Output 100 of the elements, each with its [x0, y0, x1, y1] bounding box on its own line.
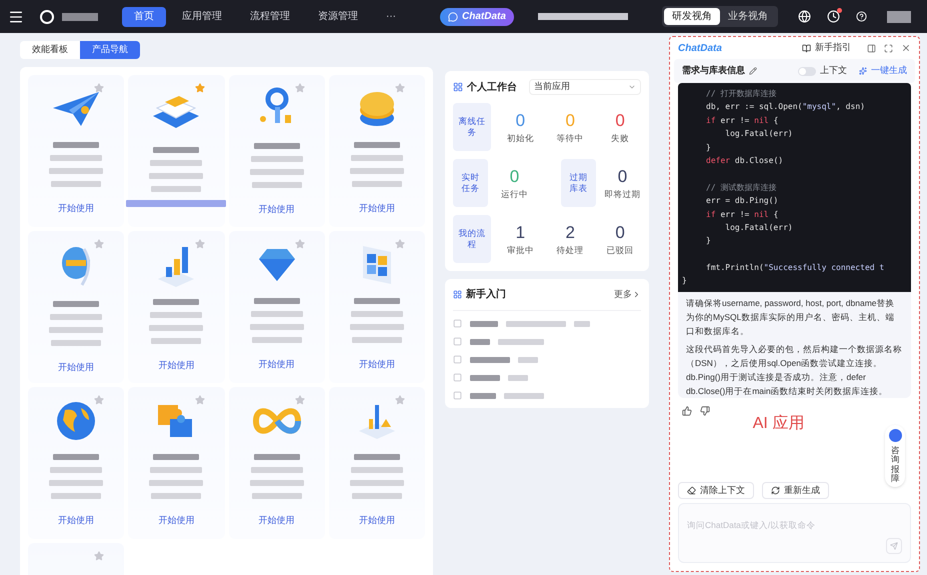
thumbs-down-icon[interactable] — [700, 406, 710, 416]
favorite-star-icon[interactable] — [194, 395, 204, 405]
favorite-star-icon[interactable] — [294, 83, 305, 93]
pixelated-text — [352, 493, 402, 499]
favorite-star-icon[interactable] — [94, 83, 104, 93]
help-icon[interactable] — [856, 11, 867, 22]
globe-icon — [55, 400, 98, 442]
product-card[interactable]: 开始使用 — [128, 387, 224, 539]
product-card[interactable]: 开始使用 — [228, 387, 325, 539]
product-card[interactable]: 开始使用 — [328, 75, 425, 227]
nav-tab[interactable]: 首页 — [122, 6, 166, 26]
start-using-link[interactable]: 开始使用 — [58, 515, 94, 525]
product-card[interactable]: 开始使用 — [228, 231, 325, 383]
edit-icon[interactable] — [749, 67, 757, 75]
sidebar-icon[interactable] — [867, 44, 876, 52]
pixelated-text — [252, 182, 302, 188]
favorite-star-icon[interactable] — [94, 395, 104, 405]
pixelated-text — [53, 142, 100, 148]
stat-value: 0 — [615, 222, 625, 242]
start-using-link[interactable]: 开始使用 — [358, 359, 395, 369]
start-using-link[interactable]: 开始使用 — [258, 204, 295, 214]
nav-tab[interactable]: 应用管理 — [170, 6, 234, 26]
favorite-star-icon[interactable] — [395, 83, 405, 93]
info-label: 需求与库表信息 — [682, 64, 745, 78]
product-card[interactable]: 开始使用 — [228, 75, 325, 227]
close-icon[interactable] — [901, 43, 911, 53]
favorite-star-icon[interactable] — [194, 239, 204, 249]
start-using-link[interactable]: 开始使用 — [358, 203, 395, 213]
pixelated-text — [53, 454, 100, 460]
favorite-star-icon[interactable] — [94, 551, 104, 561]
checkbox-icon[interactable] — [453, 319, 462, 328]
view-tab[interactable]: 效能看板 — [20, 41, 80, 59]
product-card[interactable]: 开始使用 — [328, 387, 425, 539]
app-select[interactable]: 当前应用 — [529, 79, 641, 95]
category-tile[interactable]: 我的流程 — [453, 215, 492, 263]
pixelated-text — [49, 480, 104, 486]
generate-button[interactable]: 一键生成 — [859, 64, 907, 78]
globe-icon[interactable] — [798, 10, 811, 23]
favorite-star-icon[interactable] — [94, 239, 104, 249]
pixelated-text — [254, 143, 300, 149]
chevron-right-icon — [632, 290, 641, 299]
float-button[interactable]: 咨询报障 — [885, 425, 905, 488]
nav-tab[interactable]: 资源管理 — [306, 6, 370, 26]
chatdata-button[interactable]: ChatData — [440, 8, 514, 26]
favorite-star-icon[interactable] — [395, 395, 405, 405]
category-tile[interactable]: 离线任务 — [453, 103, 492, 151]
product-card[interactable]: 开始使用 — [328, 231, 425, 383]
pixelated-text — [250, 480, 304, 486]
pixelated-text — [352, 337, 402, 343]
thumbs-up-icon[interactable] — [682, 406, 692, 416]
clock-icon[interactable] — [827, 10, 840, 23]
action-button[interactable]: 清除上下文 — [678, 482, 754, 499]
pixelated-text — [250, 467, 303, 473]
product-card[interactable] — [128, 75, 224, 227]
pixelated-text — [49, 168, 104, 174]
start-using-link[interactable]: 开始使用 — [258, 359, 295, 369]
pixelated-text — [51, 340, 102, 346]
view-toggle[interactable]: 研发视角 — [664, 8, 720, 25]
send-button[interactable] — [886, 538, 902, 554]
menu-icon[interactable] — [8, 8, 24, 24]
checkbox-icon[interactable] — [453, 391, 462, 400]
diamond-icon — [256, 246, 297, 282]
start-using-link[interactable]: 开始使用 — [158, 360, 194, 370]
category-tile[interactable]: 实时任务 — [453, 159, 488, 207]
start-using-link[interactable]: 开始使用 — [358, 515, 395, 525]
code-block: // 打开数据库连接 db, err := sql.Open("mysql", dsn) if err != nil { log.Fatal(err) } defer db.Close() // 测试数据库连接 err = db.Ping() if err != nil { log.Fatal(err) } fmt.Println("Successfully connected t } — [678, 83, 911, 292]
guide-link[interactable]: 新手指引 — [802, 41, 851, 55]
checkbox-icon[interactable] — [453, 373, 462, 382]
product-card[interactable]: 开始使用 — [28, 231, 124, 383]
stat-value: 0 — [510, 166, 520, 186]
pixelated-text — [149, 325, 204, 331]
pixelated-text — [518, 356, 538, 362]
nav-tab[interactable]: ··· — [374, 6, 408, 26]
send-icon — [890, 542, 898, 550]
answer-paragraph: 请确保将username, password, host, port, dbname替换为你的MySQL数据库实际的用户名、密码、主机、端口和数据库名。 — [685, 296, 896, 338]
view-tab[interactable]: 产品导航 — [80, 41, 140, 59]
start-using-link[interactable]: 开始使用 — [258, 515, 295, 525]
favorite-star-icon[interactable] — [294, 395, 305, 405]
checkbox-icon[interactable] — [453, 337, 462, 346]
view-toggle[interactable]: 业务视角 — [720, 8, 776, 25]
product-card[interactable]: 开始使用 — [28, 387, 124, 539]
category-tile[interactable]: 过期库表 — [561, 159, 596, 207]
pixelated-text — [470, 338, 490, 344]
product-card[interactable]: 开始使用 — [128, 231, 224, 383]
action-button[interactable]: 重新生成 — [762, 482, 829, 499]
favorite-star-icon[interactable] — [294, 239, 305, 249]
start-using-link[interactable]: 开始使用 — [58, 203, 94, 213]
stat-label: 等待中 — [556, 132, 584, 144]
favorite-star-icon[interactable] — [194, 83, 204, 93]
product-card[interactable]: 开始使用 — [28, 75, 124, 227]
pixelated-text — [150, 312, 202, 318]
favorite-star-icon[interactable] — [395, 239, 405, 249]
expand-icon[interactable] — [884, 44, 893, 52]
start-using-link[interactable]: 开始使用 — [58, 362, 94, 372]
checkbox-icon[interactable] — [453, 355, 462, 364]
start-using-link[interactable]: 开始使用 — [158, 515, 194, 525]
avatar[interactable] — [887, 10, 911, 22]
context-toggle[interactable] — [798, 66, 816, 76]
nav-tab[interactable]: 流程管理 — [238, 6, 302, 26]
more-link[interactable]: 更多 — [614, 288, 641, 302]
